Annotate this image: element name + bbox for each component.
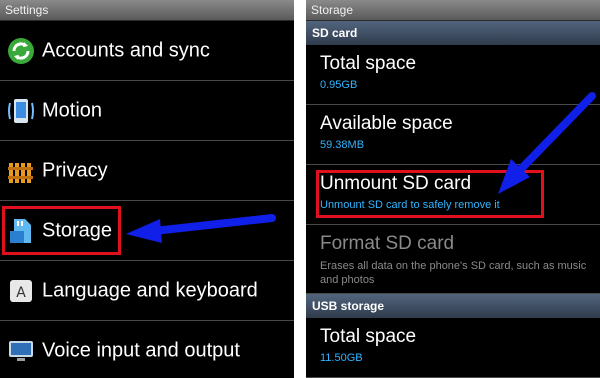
- storage-pointer-arrow-icon: [126, 214, 276, 243]
- settings-screen: Settings Accounts and sync Motion Privac…: [0, 0, 294, 378]
- unmount-pointer-arrow-icon: [498, 92, 596, 194]
- storage-screen: Storage SD card Total space 0.95GB Avail…: [306, 0, 600, 378]
